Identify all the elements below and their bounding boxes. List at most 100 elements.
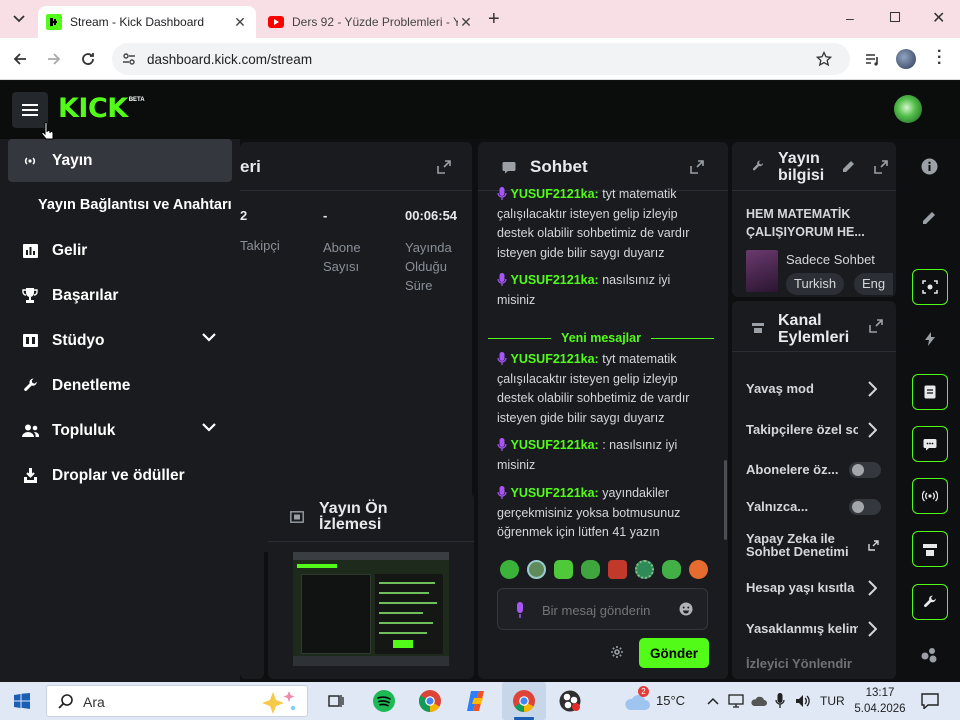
sidebar-item-label: Yayın xyxy=(52,151,93,169)
notes-button[interactable] xyxy=(912,374,948,410)
sidebar-item-denetleme[interactable]: Denetleme xyxy=(8,364,232,407)
task-view-button[interactable] xyxy=(316,682,356,720)
close-tab-icon[interactable]: ✕ xyxy=(232,14,248,31)
sidebar-item-studyo[interactable]: Stüdyo xyxy=(8,319,232,362)
input-language[interactable]: TUR xyxy=(820,694,845,708)
emotes-only-toggle[interactable] xyxy=(849,499,881,515)
layout-dots-icon[interactable] xyxy=(920,646,938,664)
clock[interactable]: 13:17 5.04.2026 xyxy=(852,685,908,717)
chat-username[interactable]: YUSUF2121ka: xyxy=(510,352,598,366)
minimize-button[interactable]: – xyxy=(846,10,854,26)
sidebar-item-gelir[interactable]: Gelir xyxy=(8,229,232,272)
subscribers-only-toggle[interactable] xyxy=(849,462,881,478)
emote-icon[interactable] xyxy=(500,560,519,579)
restore-button[interactable] xyxy=(890,12,900,22)
viewer-redirect-row[interactable]: İzleyici Yönlendir xyxy=(746,656,882,674)
obs-app[interactable] xyxy=(550,682,590,720)
taskbar-search-box[interactable]: Ara xyxy=(46,685,308,717)
copilot-app[interactable] xyxy=(456,682,496,720)
new-tab-button[interactable]: + xyxy=(488,8,500,31)
clip-capture-button[interactable] xyxy=(912,269,948,305)
account-age-row[interactable]: Hesap yaşı kısıtla xyxy=(746,580,882,598)
spotify-app[interactable] xyxy=(364,682,404,720)
emote-icon[interactable] xyxy=(662,560,681,579)
close-window-button[interactable]: ✕ xyxy=(932,8,945,28)
category-thumbnail[interactable] xyxy=(746,250,778,292)
start-button[interactable] xyxy=(2,682,42,720)
emote-icon[interactable] xyxy=(581,560,600,579)
emote-icon[interactable] xyxy=(608,560,627,579)
popout-icon[interactable] xyxy=(869,319,883,333)
popout-icon[interactable] xyxy=(437,160,451,174)
chat-username[interactable]: YUSUF2121ka: xyxy=(510,438,598,452)
tab-kick-dashboard[interactable]: Stream - Kick Dashboard ✕ xyxy=(38,6,256,38)
trophy-icon xyxy=(8,288,52,303)
address-bar[interactable]: dashboard.kick.com/stream xyxy=(112,43,850,75)
broadcast-toggle-button[interactable] xyxy=(912,478,948,514)
chat-input-box[interactable] xyxy=(497,588,708,630)
channel-actions-toggle-button[interactable] xyxy=(912,531,948,567)
site-info-icon[interactable] xyxy=(122,52,136,66)
kick-logo[interactable]: KICK BETA xyxy=(58,95,145,123)
close-tab-icon[interactable]: ✕ xyxy=(458,14,474,31)
info-icon[interactable] xyxy=(921,158,938,175)
row-label: Takipçilere özel so xyxy=(746,422,858,437)
media-controls-icon[interactable] xyxy=(864,51,880,67)
onedrive-icon[interactable] xyxy=(751,695,767,707)
chrome-app[interactable] xyxy=(410,682,450,720)
sidebar-item-basarilar[interactable]: Başarılar xyxy=(8,274,232,317)
notifications-icon[interactable] xyxy=(921,693,939,709)
emote-icon[interactable] xyxy=(689,560,708,579)
tab-search-button[interactable] xyxy=(8,8,30,30)
edit-pencil-icon[interactable] xyxy=(842,160,855,173)
popout-icon[interactable] xyxy=(690,160,704,174)
emote-icon[interactable] xyxy=(554,560,573,579)
emote-icon[interactable] xyxy=(527,560,546,579)
browser-menu-icon[interactable]: · · · xyxy=(937,44,942,72)
tab-youtube[interactable]: Ders 92 - Yüzde Problemleri - YouTube ✕ xyxy=(260,6,482,38)
back-icon[interactable] xyxy=(12,51,28,67)
popout-icon[interactable] xyxy=(874,160,888,174)
edit-pencil-icon[interactable] xyxy=(922,211,936,225)
chevron-up-icon[interactable] xyxy=(707,697,719,705)
chat-toggle-button[interactable] xyxy=(912,426,948,462)
followers-only-row[interactable]: Takipçilere özel so xyxy=(746,422,882,440)
chat-username[interactable]: YUSUF2121ka: xyxy=(510,187,598,201)
emote-icon[interactable] xyxy=(635,560,654,579)
sidebar-subitem-stream-key[interactable]: Yayın Bağlantısı ve Anahtarı xyxy=(38,197,232,213)
weather-widget[interactable]: 2 15°C xyxy=(624,686,690,716)
profile-avatar[interactable] xyxy=(896,49,916,69)
network-icon[interactable] xyxy=(728,694,744,708)
chat-username[interactable]: YUSUF2121ka: xyxy=(510,273,598,287)
lightning-icon[interactable] xyxy=(925,332,935,346)
emoji-icon[interactable] xyxy=(679,602,693,616)
ai-moderation-row[interactable]: Yapay Zeka ile Sohbet Denetimi xyxy=(746,532,882,562)
row-label: Abonelere öz... xyxy=(746,462,839,477)
chat-settings-gear-icon[interactable] xyxy=(611,646,623,658)
send-button[interactable]: Gönder xyxy=(639,638,709,668)
sidebar-item-topluluk[interactable]: Topluluk xyxy=(8,409,232,452)
slow-mode-row[interactable]: Yavaş mod xyxy=(746,381,882,399)
row-label: Yalnızca... xyxy=(746,499,809,514)
chat-message-input[interactable] xyxy=(542,601,672,619)
chat-username[interactable]: YUSUF2121ka: xyxy=(510,486,598,500)
chat-scrollbar[interactable] xyxy=(724,460,727,540)
row-label: Yasaklanmış kelim xyxy=(746,621,858,636)
reload-icon[interactable] xyxy=(80,51,96,67)
tag-badge[interactable]: Turkish xyxy=(786,273,845,295)
volume-icon[interactable] xyxy=(795,694,811,708)
microphone-icon[interactable] xyxy=(775,693,785,709)
stream-info-toggle-button[interactable] xyxy=(912,584,948,620)
stream-preview-video[interactable] xyxy=(293,552,449,666)
bookmark-star-icon[interactable] xyxy=(816,51,832,67)
user-avatar[interactable] xyxy=(894,95,922,123)
banned-words-row[interactable]: Yasaklanmış kelim xyxy=(746,621,882,639)
sidebar-item-yayin[interactable]: Yayın xyxy=(8,139,232,182)
category-name[interactable]: Sadece Sohbet xyxy=(786,252,875,267)
chrome-active-app[interactable] xyxy=(502,682,546,720)
mouse-cursor-icon xyxy=(41,122,54,140)
sidebar-item-droplar[interactable]: Droplar ve ödüller xyxy=(8,454,232,497)
tag-badge[interactable]: Eng xyxy=(854,273,894,295)
microphone-icon[interactable] xyxy=(515,602,525,618)
forward-icon[interactable] xyxy=(46,51,62,67)
